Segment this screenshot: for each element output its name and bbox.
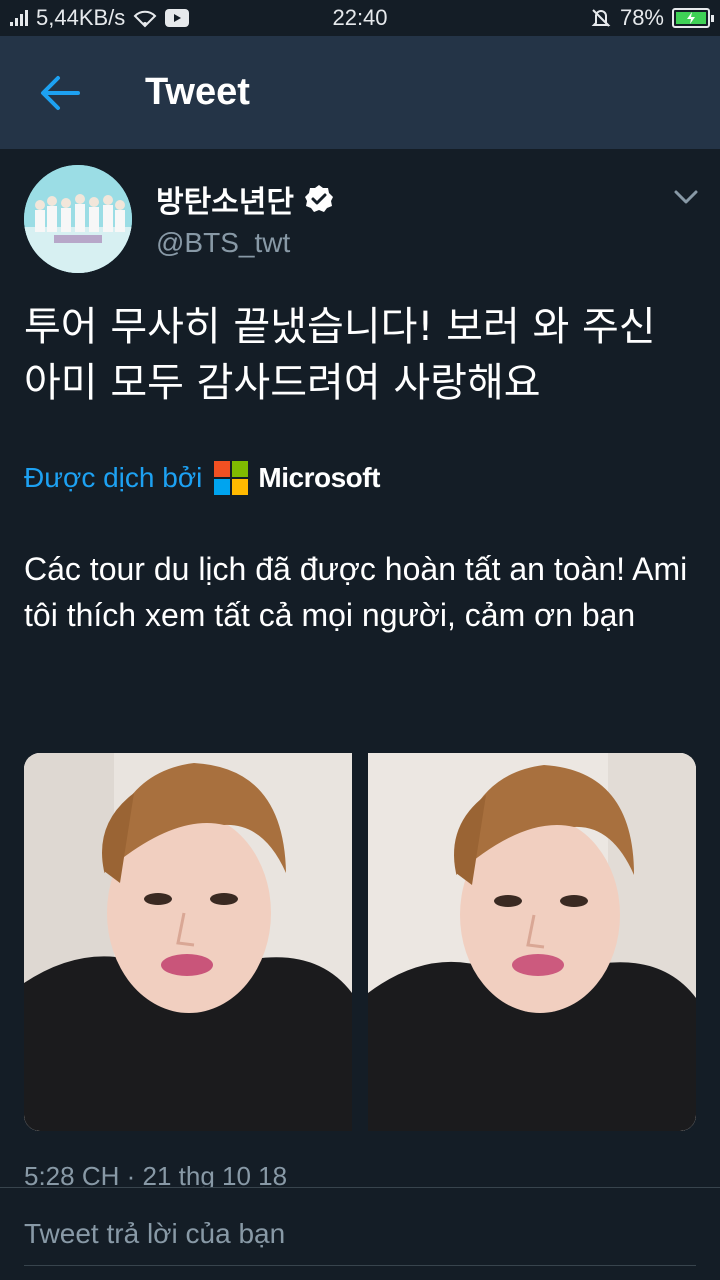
- display-name-text: 방탄소년단: [156, 185, 294, 220]
- verified-badge-icon: [305, 185, 333, 212]
- tweet-photo[interactable]: [24, 753, 352, 1131]
- status-left: 5,44KB/s: [10, 5, 590, 31]
- page-title: Tweet: [145, 71, 250, 113]
- battery-fill: [676, 12, 706, 24]
- youtube-icon: [165, 9, 190, 27]
- translated-by-label: Được dịch bởi: [24, 462, 203, 493]
- network-speed: 5,44KB/s: [36, 5, 126, 30]
- avatar-image: [24, 165, 132, 273]
- tweet-text: 투어 무사히 끝냈습니다! 보러 와 주신 아미 모두 감사드려여 사랑해요: [24, 304, 656, 406]
- reply-input[interactable]: [24, 1202, 696, 1266]
- battery-percent: 78%: [619, 5, 664, 30]
- app-header: Tweet: [0, 36, 720, 149]
- status-right: 78%: [590, 5, 714, 31]
- notifications-off-icon: [591, 9, 611, 27]
- translator-name: Microsoft: [258, 462, 380, 493]
- translation-attribution[interactable]: Được dịch bởi Microsoft: [24, 461, 380, 495]
- tweet-photo[interactable]: [368, 753, 696, 1131]
- signal-icon: [10, 10, 28, 26]
- photo-image: [368, 753, 696, 1131]
- display-name[interactable]: 방탄소년단: [156, 177, 334, 221]
- tweet-media: [24, 753, 696, 1131]
- status-bar: 5,44KB/s 22:40 78%: [0, 0, 720, 36]
- arrow-left-icon: [41, 75, 80, 110]
- reply-bar: [0, 1187, 720, 1280]
- microsoft-logo-icon: [214, 461, 249, 495]
- photo-image: [24, 753, 352, 1131]
- charging-icon: [687, 12, 695, 24]
- translated-text: Các tour du lịch đã được hoàn tất an toà…: [24, 551, 688, 633]
- chevron-down-icon[interactable]: [670, 185, 702, 209]
- battery-icon: [672, 8, 714, 28]
- avatar[interactable]: [24, 165, 132, 273]
- user-handle[interactable]: @BTS_twt: [156, 227, 290, 259]
- wifi-icon: [133, 10, 157, 28]
- back-button[interactable]: [25, 58, 95, 128]
